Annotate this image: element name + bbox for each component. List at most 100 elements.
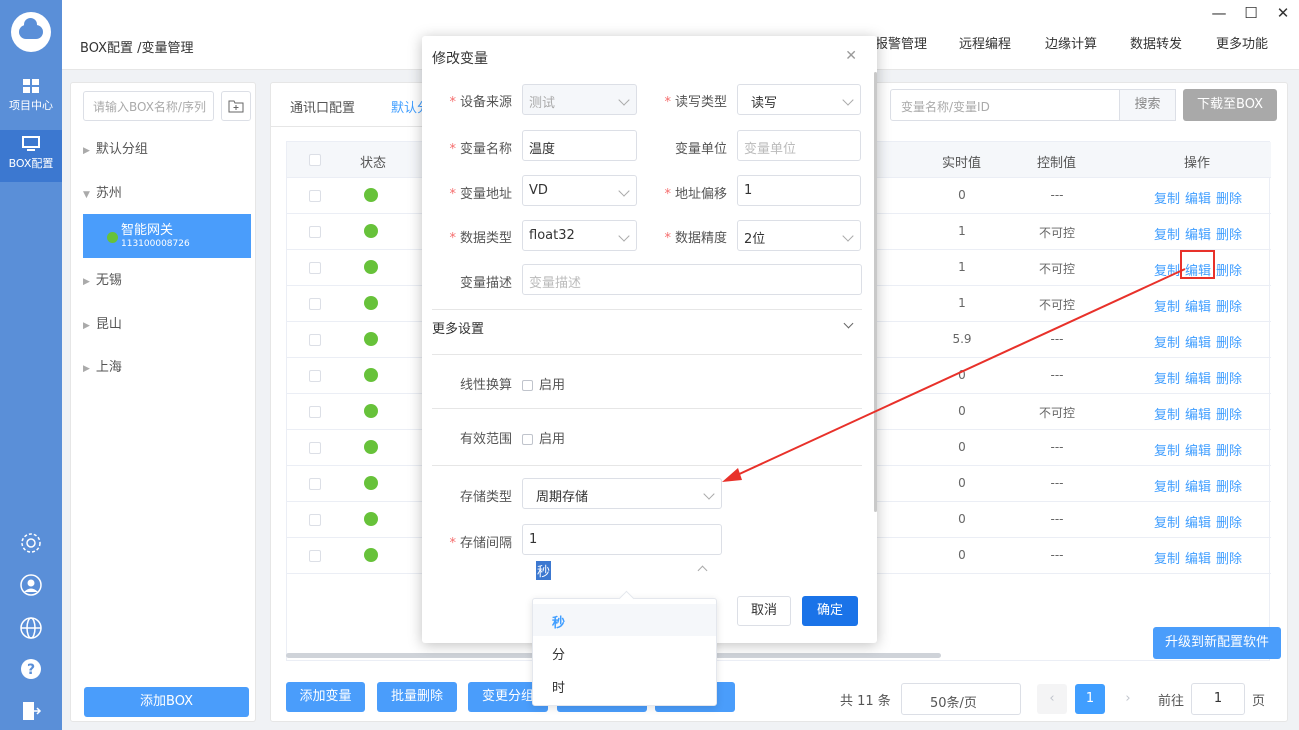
tree-node-suzhou[interactable]: ▼ 苏州 [83, 182, 122, 201]
tree-node-wuxi[interactable]: ▶ 无锡 [83, 269, 122, 288]
add-folder-button[interactable] [221, 91, 251, 121]
interval-unit-select[interactable]: 秒 [536, 561, 552, 580]
data-type-select[interactable]: float32 [522, 220, 637, 251]
delete-link[interactable]: 删除 [1216, 368, 1242, 387]
copy-link[interactable]: 复制 [1154, 296, 1180, 315]
copy-link[interactable]: 复制 [1154, 476, 1180, 495]
unit-option-minute[interactable]: 分 [533, 636, 716, 668]
dialog-scrollbar[interactable] [874, 72, 877, 512]
upgrade-config-button[interactable]: 升级到新配置软件 [1153, 627, 1281, 659]
storage-interval-input[interactable]: 1 [522, 524, 722, 555]
tree-node-default[interactable]: ▶ 默认分组 [83, 138, 148, 157]
settings-icon[interactable] [19, 531, 43, 555]
copy-link[interactable]: 复制 [1154, 188, 1180, 207]
prev-page-button[interactable]: ‹ [1037, 684, 1067, 714]
help-icon[interactable]: ? [19, 657, 43, 681]
device-source-select[interactable]: 测试 [522, 84, 637, 115]
row-checkbox[interactable] [309, 298, 321, 310]
delete-link[interactable]: 删除 [1216, 512, 1242, 531]
confirm-button[interactable]: 确定 [802, 596, 858, 626]
rail-item-box-config[interactable]: BOX配置 [0, 130, 62, 182]
edit-link[interactable]: 编辑 [1185, 512, 1211, 531]
goto-page-input[interactable]: 1 [1191, 683, 1245, 715]
delete-link[interactable]: 删除 [1216, 548, 1242, 567]
var-name-input[interactable]: 温度 [522, 130, 637, 161]
chevron-up-icon[interactable] [697, 565, 708, 576]
copy-link[interactable]: 复制 [1154, 548, 1180, 567]
close-window-button[interactable]: ✕ [1273, 4, 1293, 22]
delete-link[interactable]: 删除 [1216, 476, 1242, 495]
cancel-button[interactable]: 取消 [737, 596, 791, 626]
edit-link[interactable]: 编辑 [1185, 332, 1211, 351]
unit-option-hour[interactable]: 时 [533, 669, 716, 701]
copy-link[interactable]: 复制 [1154, 512, 1180, 531]
var-addr-select[interactable]: VD [522, 175, 637, 206]
batch-delete-button[interactable]: 批量删除 [377, 682, 457, 712]
edit-link[interactable]: 编辑 [1185, 440, 1211, 459]
row-checkbox[interactable] [309, 370, 321, 382]
row-checkbox[interactable] [309, 442, 321, 454]
add-variable-button[interactable]: 添加变量 [286, 682, 365, 712]
copy-link[interactable]: 复制 [1154, 260, 1180, 279]
copy-link[interactable]: 复制 [1154, 368, 1180, 387]
delete-link[interactable]: 删除 [1216, 224, 1242, 243]
copy-link[interactable]: 复制 [1154, 404, 1180, 423]
valid-range-enable-checkbox[interactable]: 启用 [522, 428, 565, 447]
edit-link[interactable]: 编辑 [1185, 548, 1211, 567]
nav-alarm[interactable]: 报警管理 [875, 33, 927, 52]
row-checkbox[interactable] [309, 514, 321, 526]
globe-icon[interactable] [19, 616, 43, 640]
delete-link[interactable]: 删除 [1216, 188, 1242, 207]
nav-more[interactable]: 更多功能 [1216, 33, 1268, 52]
copy-link[interactable]: 复制 [1154, 224, 1180, 243]
linear-enable-checkbox[interactable]: 启用 [522, 374, 565, 393]
desc-input[interactable]: 变量描述 [522, 264, 862, 295]
edit-link[interactable]: 编辑 [1185, 296, 1211, 315]
page-size-select[interactable]: 50条/页 [901, 683, 1021, 715]
rw-type-select[interactable]: 读写 [737, 84, 861, 115]
user-icon[interactable] [19, 573, 43, 597]
edit-link[interactable]: 编辑 [1185, 368, 1211, 387]
nav-remote-programming[interactable]: 远程编程 [959, 33, 1011, 52]
storage-type-select[interactable]: 周期存储 [522, 478, 722, 509]
delete-link[interactable]: 删除 [1216, 404, 1242, 423]
var-unit-input[interactable]: 变量单位 [737, 130, 861, 161]
download-to-box-button[interactable]: 下载至BOX [1183, 89, 1277, 121]
delete-link[interactable]: 删除 [1216, 332, 1242, 351]
precision-select[interactable]: 2位 [737, 220, 861, 251]
delete-link[interactable]: 删除 [1216, 440, 1242, 459]
delete-link[interactable]: 删除 [1216, 260, 1242, 279]
tree-node-kunshan[interactable]: ▶ 昆山 [83, 313, 122, 332]
logout-icon[interactable] [19, 699, 43, 723]
edit-link[interactable]: 编辑 [1185, 224, 1211, 243]
close-icon[interactable]: ✕ [845, 48, 857, 64]
next-page-button[interactable]: › [1113, 684, 1143, 714]
copy-link[interactable]: 复制 [1154, 440, 1180, 459]
unit-option-second[interactable]: 秒 [533, 604, 716, 636]
minimize-button[interactable]: — [1209, 4, 1229, 22]
row-checkbox[interactable] [309, 550, 321, 562]
addr-offset-input[interactable]: 1 [737, 175, 861, 206]
row-checkbox[interactable] [309, 406, 321, 418]
variable-search-input[interactable]: 变量名称/变量ID [890, 89, 1120, 121]
row-checkbox[interactable] [309, 478, 321, 490]
tab-comm-port[interactable]: 通讯口配置 [290, 97, 355, 116]
tree-node-gateway[interactable]: 智能网关 113100008726 [83, 214, 251, 258]
select-all-checkbox[interactable] [309, 154, 321, 166]
add-box-button[interactable]: 添加BOX [84, 687, 249, 717]
edit-link[interactable]: 编辑 [1185, 404, 1211, 423]
nav-data-forward[interactable]: 数据转发 [1130, 33, 1182, 52]
current-page-button[interactable]: 1 [1075, 684, 1105, 714]
rail-item-project-center[interactable]: 项目中心 [0, 72, 62, 124]
nav-edge-computing[interactable]: 边缘计算 [1045, 33, 1097, 52]
tree-node-shanghai[interactable]: ▶ 上海 [83, 356, 122, 375]
row-checkbox[interactable] [309, 262, 321, 274]
chevron-down-icon[interactable] [843, 318, 854, 329]
edit-link[interactable]: 编辑 [1185, 188, 1211, 207]
row-checkbox[interactable] [309, 226, 321, 238]
copy-link[interactable]: 复制 [1154, 332, 1180, 351]
more-settings-toggle[interactable]: 更多设置 [432, 318, 484, 337]
search-button[interactable]: 搜索 [1120, 89, 1176, 121]
delete-link[interactable]: 删除 [1216, 296, 1242, 315]
maximize-button[interactable]: ☐ [1241, 4, 1261, 22]
